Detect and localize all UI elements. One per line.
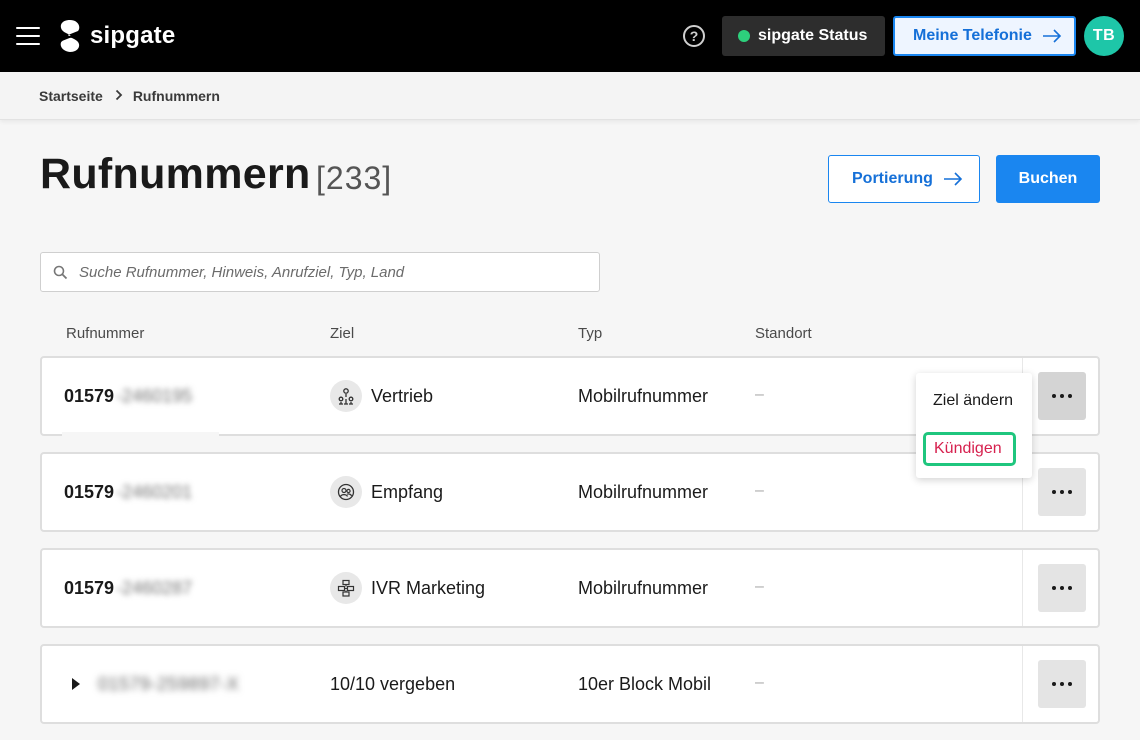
phone-number-redacted: -2460201 <box>116 482 193 502</box>
search-box <box>40 252 600 292</box>
people-icon <box>330 476 362 508</box>
ivr-icon <box>330 572 362 604</box>
target-label: IVR Marketing <box>371 577 486 598</box>
more-dots-icon <box>1052 682 1072 686</box>
buchen-button[interactable]: Buchen <box>996 155 1100 203</box>
breadcrumb: Startseite Rufnummern <box>39 88 220 104</box>
target-cell[interactable]: Vertrieb <box>330 380 433 412</box>
phone-number-redacted: -2460287 <box>116 578 193 598</box>
avatar[interactable]: TB <box>1084 16 1124 56</box>
phone-number: 01579 -2460201 <box>64 482 193 502</box>
type-cell: Mobilrufnummer <box>578 578 709 598</box>
top-bar: sipgate ? sipgate Status Meine Telefonie… <box>0 0 1140 72</box>
table-row[interactable]: 01579 -2460287 IVR Marketing Mobilrufnumm… <box>40 548 1100 628</box>
location-cell: – <box>755 386 764 403</box>
more-dots-icon <box>1052 586 1072 590</box>
sipgate-status-button[interactable]: sipgate Status <box>722 16 885 56</box>
target-label: Empfang <box>371 481 444 502</box>
target-cell: 10/10 vergeben <box>330 674 456 694</box>
target-cell[interactable]: Empfang <box>330 476 443 508</box>
target-cell[interactable]: IVR Marketing <box>330 572 485 604</box>
more-actions-button[interactable] <box>1038 660 1086 708</box>
column-header-standort: Standort <box>755 325 812 342</box>
more-dots-icon <box>1052 490 1072 494</box>
portierung-button-label: Portierung <box>852 170 933 187</box>
actions-cell <box>1022 454 1100 530</box>
group-structure-icon <box>330 380 362 412</box>
more-dots-icon <box>1052 394 1072 398</box>
hamburger-menu-icon[interactable] <box>16 25 40 47</box>
arrow-right-icon <box>943 172 963 186</box>
type-cell: Mobilrufnummer <box>578 482 709 502</box>
status-button-label: sipgate Status <box>758 27 868 44</box>
actions-cell <box>1022 550 1100 626</box>
brand-name: sipgate <box>90 22 176 49</box>
phone-number: 01579 -2460287 <box>64 578 193 598</box>
arrow-right-icon <box>1042 29 1061 43</box>
page-count: [233] <box>316 160 393 196</box>
phone-number-redacted: -2460195 <box>116 386 193 406</box>
sipgate-logo[interactable]: sipgate <box>58 19 175 53</box>
type-cell: 10er Block Mobil <box>578 674 712 694</box>
breadcrumb-startseite[interactable]: Startseite <box>39 88 103 104</box>
location-cell: – <box>755 482 764 499</box>
menu-item-kuendigen[interactable]: Kündigen <box>923 432 1016 466</box>
target-label: Vertrieb <box>371 385 434 406</box>
location-cell: – <box>755 578 764 595</box>
actions-cell <box>1022 358 1100 434</box>
phone-block-redacted: 01579-259897-X <box>98 674 240 694</box>
chevron-right-icon <box>115 88 123 104</box>
expand-caret-icon[interactable] <box>72 678 80 690</box>
actions-cell <box>1022 646 1100 722</box>
breadcrumb-current: Rufnummern <box>132 88 220 104</box>
phone-number: 01579 -2460195 <box>64 386 193 406</box>
table-row[interactable]: 01579-259897-X 10/10 vergeben 10er Block… <box>40 644 1100 724</box>
status-indicator-icon <box>738 30 750 42</box>
column-header-typ: Typ <box>578 325 603 342</box>
sipgate-logo-icon <box>58 19 82 53</box>
row-divider <box>62 432 219 438</box>
location-cell: – <box>755 674 764 691</box>
telefonie-button-label: Meine Telefonie <box>913 27 1032 44</box>
type-cell: Mobilrufnummer <box>578 386 709 406</box>
search-icon <box>53 265 68 280</box>
more-actions-button[interactable] <box>1038 372 1086 420</box>
actions-dropdown-menu: Ziel ändern Kündigen <box>916 373 1032 478</box>
more-actions-button[interactable] <box>1038 468 1086 516</box>
column-header-rufnummer: Rufnummer <box>66 325 145 342</box>
meine-telefonie-button[interactable]: Meine Telefonie <box>893 16 1076 56</box>
search-input[interactable] <box>79 253 589 291</box>
column-header-ziel: Ziel <box>330 325 355 342</box>
menu-item-ziel-aendern[interactable]: Ziel ändern <box>933 392 1013 410</box>
help-icon[interactable]: ? <box>683 25 705 47</box>
portierung-button[interactable]: Portierung <box>828 155 980 203</box>
page-title: Rufnummern <box>40 150 311 198</box>
breadcrumb-bar: Startseite Rufnummern <box>0 72 1140 120</box>
more-actions-button[interactable] <box>1038 564 1086 612</box>
